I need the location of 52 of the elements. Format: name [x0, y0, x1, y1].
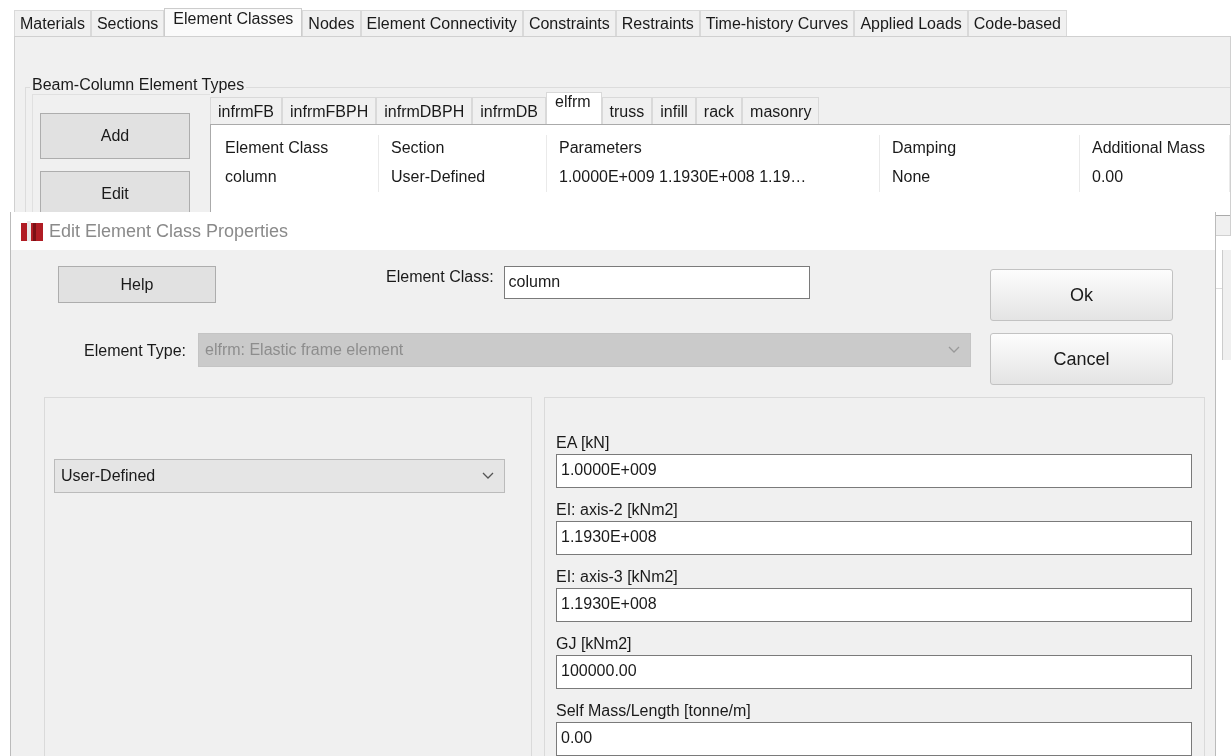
field-label: GJ [kNm2] — [556, 635, 633, 654]
table-header[interactable]: Section — [379, 135, 547, 162]
tab[interactable]: Element Classes — [164, 8, 303, 36]
tab[interactable]: Sections — [90, 10, 165, 36]
tab[interactable]: infrmDB — [472, 97, 547, 124]
tab[interactable]: Nodes — [302, 10, 361, 36]
tab[interactable]: Code-based — [967, 10, 1067, 36]
field-label: Element Class: — [386, 267, 494, 286]
tab[interactable]: Time-history Curves — [699, 10, 855, 36]
chevron-icon — [482, 472, 494, 480]
table-cell: 1.0000E+009 1.1930E+008 1.19… — [547, 162, 880, 192]
tab[interactable]: infrmDBPH — [376, 97, 473, 124]
class-name-field[interactable]: column — [503, 266, 810, 299]
chevron-icon — [948, 346, 960, 354]
section-dropdown[interactable]: User-Defined — [54, 459, 505, 493]
table-header[interactable]: Element Class — [213, 135, 379, 162]
input-field[interactable]: 0.00 — [556, 722, 1192, 756]
tab[interactable]: Element Connectivity — [360, 10, 523, 36]
table-cell: None — [880, 162, 1080, 192]
group-title: Beam-Column Element Types — [30, 76, 247, 94]
side-button[interactable]: Add — [40, 113, 190, 159]
input-field[interactable]: 1.1930E+008 — [556, 588, 1192, 622]
tab[interactable]: infrmFBPH — [282, 97, 377, 124]
field-label: EA [kN] — [556, 434, 611, 453]
table-header[interactable]: Damping — [880, 135, 1080, 162]
field-label: EI: axis-2 [kNm2] — [556, 501, 679, 520]
input-field[interactable]: 1.1930E+008 — [556, 521, 1192, 555]
tab[interactable]: rack — [695, 97, 743, 124]
table-cell: 0.00 — [1080, 162, 1230, 192]
input-field[interactable]: 100000.00 — [556, 655, 1192, 689]
field-label: EI: axis-3 [kNm2] — [556, 568, 679, 587]
table-header[interactable]: Additional Mass — [1080, 135, 1230, 162]
dialog-title: Edit Element Class Properties — [49, 220, 289, 242]
tab[interactable]: infrmFB — [210, 97, 282, 124]
field-label: Self Mass/Length [tonne/m] — [556, 702, 752, 721]
table-cell: User-Defined — [379, 162, 547, 192]
tab[interactable]: Restraints — [615, 10, 700, 36]
field-label: Element Type: — [84, 341, 186, 360]
table-header[interactable]: Parameters — [547, 135, 880, 162]
app-icon — [21, 221, 43, 241]
tab[interactable]: masonry — [742, 97, 820, 124]
tab[interactable]: elfrm — [546, 92, 602, 124]
tab[interactable]: Materials — [14, 10, 91, 36]
dialog-button[interactable]: Ok — [990, 269, 1173, 321]
help-button[interactable]: Help — [58, 266, 216, 303]
table-cell: column — [213, 162, 379, 192]
input-field[interactable]: 1.0000E+009 — [556, 454, 1192, 488]
tab[interactable]: infill — [652, 97, 696, 124]
tab[interactable]: truss — [601, 97, 653, 124]
dialog-button[interactable]: Cancel — [990, 333, 1173, 385]
tab[interactable]: Constraints — [522, 10, 616, 36]
tab[interactable]: Applied Loads — [854, 10, 968, 36]
